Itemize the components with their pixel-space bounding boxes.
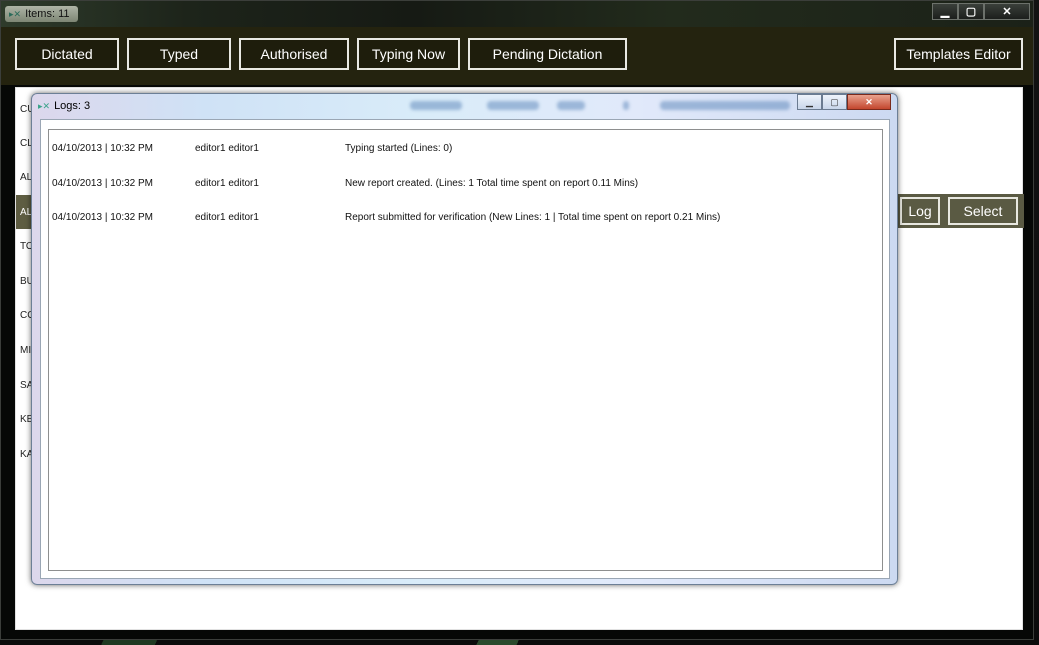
- maximize-icon[interactable]: ▢: [958, 3, 984, 20]
- window-controls: ▁ ▢ ✕: [932, 3, 1030, 20]
- select-button[interactable]: Select: [948, 197, 1018, 225]
- dialog-title-bar[interactable]: ▸✕ Logs: 3: [38, 100, 90, 112]
- blurred-title-text: [557, 101, 585, 110]
- app-icon: ▸✕: [9, 8, 22, 19]
- blurred-title-text: [487, 101, 539, 110]
- log-date: 04/10/2013 | 10:32 PM: [52, 178, 154, 189]
- dialog-close-icon[interactable]: ✕: [847, 94, 891, 110]
- dialog-body: 04/10/2013 | 10:32 PM editor1 editor1 Ty…: [40, 119, 890, 579]
- typing-now-button[interactable]: Typing Now: [357, 38, 460, 70]
- dialog-app-icon: ▸✕: [38, 100, 51, 111]
- dialog-minimize-icon[interactable]: ▁: [797, 94, 822, 110]
- row-action-strip: Log Select: [896, 194, 1024, 228]
- log-user: editor1 editor1: [195, 143, 259, 154]
- log-user: editor1 editor1: [195, 178, 259, 189]
- window-title-chip: ▸✕ Items: 11: [5, 6, 78, 22]
- toolbar: Dictated Typed Authorised Typing Now Pen…: [1, 27, 1033, 85]
- log-date: 04/10/2013 | 10:32 PM: [52, 212, 154, 223]
- close-icon[interactable]: ✕: [984, 3, 1030, 20]
- log-message: New report created. (Lines: 1 Total time…: [345, 178, 639, 189]
- dialog-window-controls: ▁ ▢ ✕: [797, 94, 891, 110]
- logs-dialog: ▸✕ Logs: 3 ▁ ▢ ✕ 04/10/2013 | 10:32 PM e…: [31, 93, 898, 585]
- pending-dictation-button[interactable]: Pending Dictation: [468, 38, 627, 70]
- blurred-title-text: [660, 101, 790, 110]
- log-row: 04/10/2013 | 10:32 PM editor1 editor1 Re…: [49, 212, 882, 230]
- log-row: 04/10/2013 | 10:32 PM editor1 editor1 Ty…: [49, 143, 882, 161]
- log-button[interactable]: Log: [900, 197, 940, 225]
- blurred-title-text: [410, 101, 462, 110]
- authorised-button[interactable]: Authorised: [239, 38, 349, 70]
- log-date: 04/10/2013 | 10:32 PM: [52, 143, 154, 154]
- log-user: editor1 editor1: [195, 212, 259, 223]
- log-message: Typing started (Lines: 0): [345, 143, 453, 154]
- window-title: Items: 11: [25, 8, 70, 20]
- log-row: 04/10/2013 | 10:32 PM editor1 editor1 Ne…: [49, 178, 882, 196]
- log-list[interactable]: 04/10/2013 | 10:32 PM editor1 editor1 Ty…: [48, 129, 883, 571]
- log-message: Report submitted for verification (New L…: [345, 212, 721, 223]
- dialog-maximize-icon[interactable]: ▢: [822, 94, 847, 110]
- title-bar[interactable]: ▸✕ Items: 11 ▁ ▢ ✕: [1, 1, 1033, 27]
- dictated-button[interactable]: Dictated: [15, 38, 119, 70]
- blurred-title-text: [623, 101, 629, 110]
- typed-button[interactable]: Typed: [127, 38, 231, 70]
- templates-editor-button[interactable]: Templates Editor: [894, 38, 1023, 70]
- minimize-icon[interactable]: ▁: [932, 3, 958, 20]
- dialog-title: Logs: 3: [54, 100, 91, 112]
